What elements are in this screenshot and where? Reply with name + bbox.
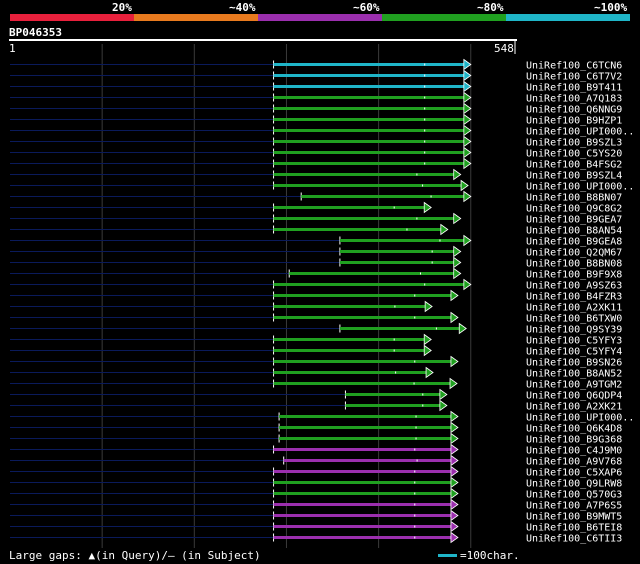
hit-label: UniRef100_UPI000.. <box>526 127 634 138</box>
hit-label: UniRef100_C5YFY3 <box>526 336 622 347</box>
hit-arrow <box>460 179 469 192</box>
hit-label: UniRef100_B8AN52 <box>526 369 622 380</box>
hit-row[interactable]: UniRef100_UPI000.. <box>10 124 634 138</box>
hit-label: UniRef100_B6TXW0 <box>526 314 622 325</box>
hit-label: UniRef100_UPI000.. <box>526 413 634 424</box>
hit-arrow <box>453 256 462 269</box>
hit-label: UniRef100_B4FZR3 <box>526 292 622 303</box>
hit-label: UniRef100_B9F9X8 <box>526 270 622 281</box>
hit-arrow <box>453 245 462 258</box>
hit-label: UniRef100_B8AN54 <box>526 226 622 237</box>
hit-label: UniRef100_Q2QM67 <box>526 248 622 259</box>
hit-label: UniRef100_UPI000.. <box>526 182 634 193</box>
hit-arrow <box>458 322 467 335</box>
hit-arrow <box>450 454 459 467</box>
hit-label: UniRef100_B6TEI8 <box>526 523 622 534</box>
hit-arrow <box>463 69 472 82</box>
hit-arrow <box>463 190 472 203</box>
hit-label: UniRef100_B9SZL4 <box>526 171 622 182</box>
hit-label: UniRef100_Q570G3 <box>526 490 622 501</box>
hit-arrow <box>450 498 459 511</box>
hit-arrow <box>450 421 459 434</box>
hit-label: UniRef100_C5YFY4 <box>526 347 622 358</box>
hit-arrow <box>425 366 434 379</box>
hit-arrow <box>450 520 459 533</box>
hit-label: UniRef100_Q9LRW8 <box>526 479 622 490</box>
hit-arrow <box>450 509 459 522</box>
hit-label: UniRef100_A7P6S5 <box>526 501 622 512</box>
hit-label: UniRef100_A7Q183 <box>526 94 622 105</box>
hit-arrow <box>424 300 433 313</box>
hit-arrow <box>463 124 472 137</box>
hit-arrow <box>450 289 459 302</box>
hit-row[interactable]: UniRef100_UPI000.. <box>10 179 634 193</box>
hit-arrow <box>450 487 459 500</box>
hit-label: UniRef100_B9MWT5 <box>526 512 622 523</box>
hit-arrow <box>450 531 459 544</box>
hit-arrow <box>453 267 462 280</box>
hit-arrow <box>463 91 472 104</box>
hit-label: UniRef100_A2XK11 <box>526 303 622 314</box>
scale-label: =100char. <box>460 549 520 562</box>
hit-label: UniRef100_C6TCN6 <box>526 61 622 72</box>
hit-arrow <box>463 113 472 126</box>
hit-arrow <box>453 168 462 181</box>
hit-arrow <box>450 432 459 445</box>
hit-label: UniRef100_A2XK21 <box>526 402 622 413</box>
hit-label: UniRef100_B9GEA7 <box>526 215 622 226</box>
hit-label: UniRef100_Q6QDP4 <box>526 391 622 402</box>
hit-arrow <box>450 355 459 368</box>
hit-label: UniRef100_Q6K4D8 <box>526 424 622 435</box>
hit-arrow <box>463 278 472 291</box>
hit-arrow <box>440 223 449 236</box>
hit-arrow <box>453 212 462 225</box>
hit-arrow <box>450 410 459 423</box>
hit-row[interactable]: UniRef100_UPI000.. <box>10 410 634 424</box>
hit-label: UniRef100_B9T411 <box>526 83 622 94</box>
large-gaps-legend: Large gaps: ▲(in Query)/– (in Subject) <box>9 549 261 562</box>
hit-arrow <box>423 201 432 214</box>
hit-arrow <box>450 443 459 456</box>
hit-label: UniRef100_A9TGM2 <box>526 380 622 391</box>
hit-arrow <box>463 58 472 71</box>
hit-label: UniRef100_B8BN08 <box>526 259 622 270</box>
hit-label: UniRef100_C6TII3 <box>526 534 622 545</box>
hit-arrow <box>463 102 472 115</box>
hit-label: UniRef100_C4J9M0 <box>526 446 622 457</box>
hit-label: UniRef100_A9SZ63 <box>526 281 622 292</box>
hit-arrow <box>463 80 472 93</box>
hit-arrow <box>450 311 459 324</box>
hit-label: UniRef100_B9SN26 <box>526 358 622 369</box>
hit-arrow <box>463 157 472 170</box>
hit-label: UniRef100_C6T7V2 <box>526 72 622 83</box>
hit-label: UniRef100_B9G368 <box>526 435 622 446</box>
hit-label: UniRef100_Q9C8G2 <box>526 204 622 215</box>
hit-label: UniRef100_B8BN07 <box>526 193 622 204</box>
alignment-graphic: UniRef100_C6TCN6UniRef100_C6T7V2UniRef10… <box>10 40 634 548</box>
hit-arrow <box>463 146 472 159</box>
hit-label: UniRef100_B9HZP1 <box>526 116 622 127</box>
hit-arrow <box>423 344 432 357</box>
hit-label: UniRef100_C5XAP6 <box>526 468 622 479</box>
hit-label: UniRef100_B9GEA8 <box>526 237 622 248</box>
hit-label: UniRef100_B9SZL3 <box>526 138 622 149</box>
hit-arrow <box>439 388 448 401</box>
hit-arrow <box>439 399 448 412</box>
scale-bar <box>438 554 457 557</box>
hit-arrow <box>423 333 432 346</box>
hit-arrow <box>463 135 472 148</box>
hit-label: UniRef100_B4FSG2 <box>526 160 622 171</box>
hit-arrow <box>450 476 459 489</box>
hit-label: UniRef100_Q9SY39 <box>526 325 622 336</box>
hit-arrow <box>463 234 472 247</box>
hit-label: UniRef100_Q6NNG9 <box>526 105 622 116</box>
hit-arrow <box>449 377 458 390</box>
hit-label: UniRef100_A9V768 <box>526 457 622 468</box>
hit-label: UniRef100_C5YS20 <box>526 149 622 160</box>
hit-arrow <box>450 465 459 478</box>
